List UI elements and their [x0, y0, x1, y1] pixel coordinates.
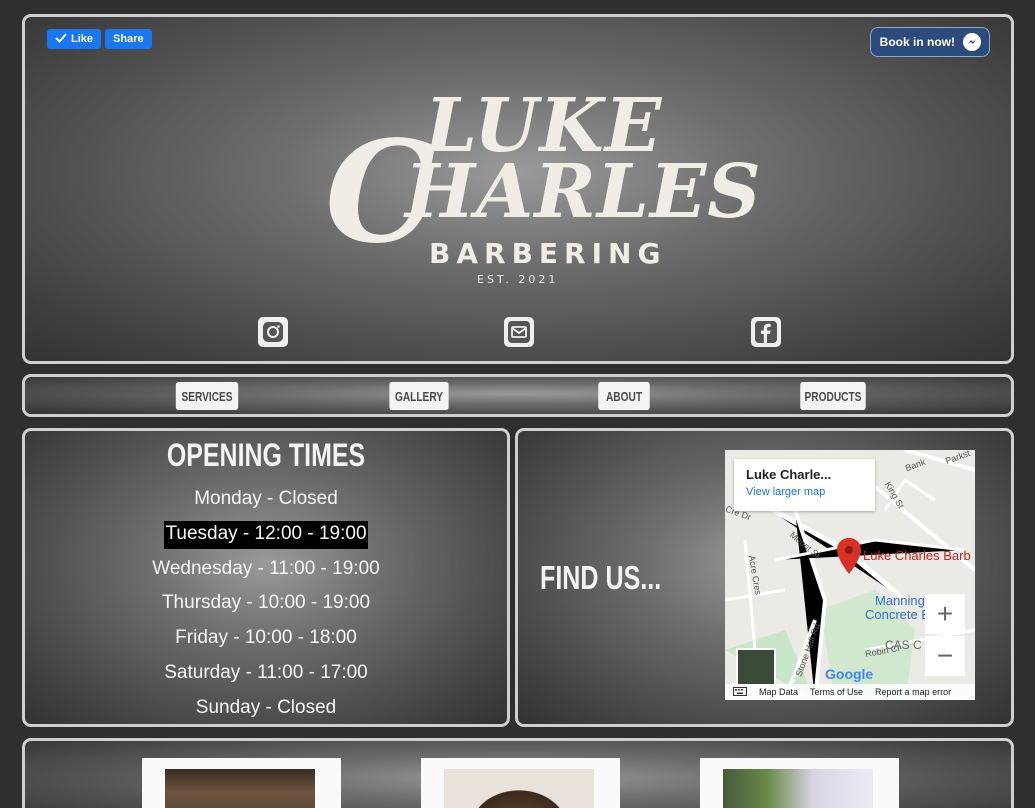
haircut-photo: [444, 769, 594, 808]
instagram-icon[interactable]: [258, 317, 288, 347]
google-map[interactable]: Bank Parkst King St Mount St Acre Cres S…: [725, 450, 975, 700]
nav-services-label: SERVICES: [181, 388, 233, 404]
nav-gallery[interactable]: GALLERY: [389, 382, 449, 410]
map-pin-icon[interactable]: [837, 538, 861, 578]
opening-times-sunday: Sunday - Closed: [25, 694, 507, 724]
view-larger-map-link[interactable]: View larger map: [746, 486, 863, 498]
day-hours-text: Thursday - 10:00 - 19:00: [161, 592, 371, 614]
opening-times-saturday: Saturday - 11:00 - 17:00: [25, 659, 507, 694]
nav-about[interactable]: ABOUT: [598, 382, 650, 410]
gallery-panel: [22, 738, 1014, 808]
satellite-toggle[interactable]: [736, 648, 776, 686]
map-place-name: Luke Charle...: [746, 467, 832, 482]
google-logo: Google: [825, 666, 874, 682]
envelope-icon[interactable]: [504, 317, 534, 347]
facebook-icon[interactable]: [751, 317, 781, 347]
book-button-label: Book in now!: [879, 35, 955, 49]
map-place-card: Luke Charle... View larger map: [734, 459, 875, 511]
logo-established: EST. 2021: [477, 273, 559, 286]
opening-times-panel: OPENING TIMES Monday - Closed Tuesday - …: [22, 428, 510, 727]
facebook-like-button[interactable]: Like: [47, 29, 102, 49]
map-footer: Map Data Terms of Use Report a map error: [725, 684, 975, 700]
map-marker-label: Luke Charles Barb: [863, 548, 971, 563]
logo-line-harles: HARLES: [405, 149, 762, 235]
day-hours-text: Saturday - 11:00 - 17:00: [164, 661, 368, 683]
main-navigation: SERVICES GALLERY ABOUT PRODUCTS: [22, 374, 1014, 417]
book-in-now-button[interactable]: Book in now!: [869, 27, 990, 57]
nav-services[interactable]: SERVICES: [175, 382, 239, 410]
place-label: CAS C: [885, 638, 922, 652]
nav-gallery-label: GALLERY: [394, 388, 444, 404]
map-zoom-out-button[interactable]: −: [925, 636, 965, 676]
terms-of-use-link[interactable]: Terms of Use: [810, 687, 863, 697]
keyboard-icon[interactable]: [733, 686, 747, 698]
shop-sign-photo: [165, 769, 315, 808]
like-label: Like: [71, 33, 94, 45]
gallery-thumbnail[interactable]: [421, 758, 620, 808]
nav-products-label: PRODUCTS: [804, 388, 862, 404]
opening-times-tuesday: Tuesday - 12:00 - 19:00: [25, 520, 507, 555]
opening-times-list: Monday - Closed Tuesday - 12:00 - 19:00 …: [25, 485, 507, 724]
luke-charles-logo: LUKE C HARLES BARBERING EST. 2021: [325, 83, 761, 293]
logo-tagline: BARBERING: [429, 237, 667, 270]
nav-products[interactable]: PRODUCTS: [800, 382, 866, 410]
checkmark-icon: [55, 32, 67, 46]
day-hours-text: Wednesday - 11:00 - 19:00: [152, 557, 380, 579]
opening-times-thursday: Thursday - 10:00 - 19:00: [25, 589, 507, 624]
report-map-error-link[interactable]: Report a map error: [875, 687, 951, 697]
zoom-out-label: −: [936, 640, 954, 671]
find-us-panel: FIND US... Bank Parkst King St Mount St …: [515, 428, 1014, 727]
header-banner: Like Share Book in now! LUKE C HARLES BA…: [22, 14, 1014, 364]
gallery-thumbnail[interactable]: [700, 758, 899, 808]
map-data-link[interactable]: Map Data: [759, 687, 798, 697]
interior-photo: [723, 769, 873, 808]
opening-times-title: OPENING TIMES: [166, 437, 366, 473]
nav-about-label: ABOUT: [605, 388, 643, 404]
map-zoom-in-button[interactable]: +: [925, 594, 965, 634]
day-hours-text: Sunday - Closed: [195, 696, 337, 718]
place-label: Manning: [875, 593, 925, 608]
opening-times-monday: Monday - Closed: [25, 485, 507, 520]
facebook-buttons: Like Share: [47, 29, 152, 49]
facebook-share-button[interactable]: Share: [105, 29, 152, 49]
gallery-thumbnail[interactable]: [142, 758, 341, 808]
zoom-in-label: +: [936, 598, 954, 629]
opening-times-friday: Friday - 10:00 - 18:00: [25, 624, 507, 659]
day-hours-text: Friday - 10:00 - 18:00: [175, 627, 357, 649]
share-label: Share: [113, 33, 144, 45]
day-hours-text: Monday - Closed: [194, 488, 338, 509]
opening-times-wednesday: Wednesday - 11:00 - 19:00: [25, 555, 507, 590]
messenger-icon: [963, 33, 981, 51]
find-us-title: FIND US...: [540, 559, 662, 596]
day-hours-text: Tuesday - 12:00 - 19:00: [164, 520, 368, 549]
